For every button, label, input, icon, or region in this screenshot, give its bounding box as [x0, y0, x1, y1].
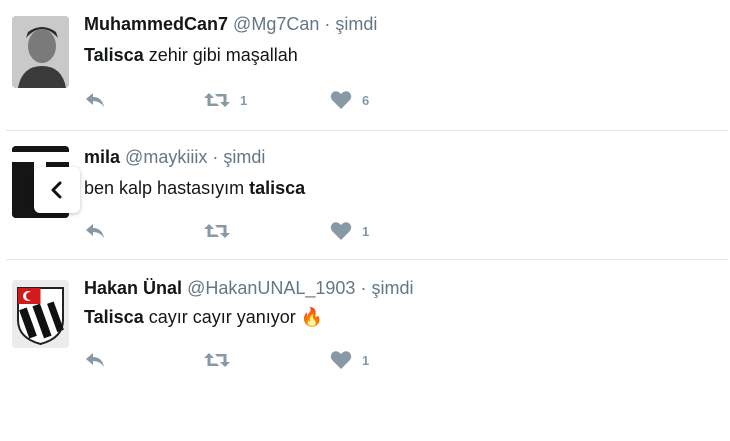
tweet-actions: 1	[84, 219, 404, 243]
like-button[interactable]: 1	[330, 348, 369, 372]
timestamp[interactable]: şimdi	[223, 147, 265, 167]
tweet-feed: MuhammedCan7 @Mg7Can · şimdi Talisca zeh…	[0, 0, 730, 441]
retweet-icon	[204, 224, 230, 238]
user-photo-icon	[12, 16, 69, 88]
retweet-icon	[204, 353, 230, 367]
display-name[interactable]: MuhammedCan7	[84, 14, 228, 34]
tweet-text: Talisca zehir gibi maşallah	[84, 45, 298, 66]
avatar[interactable]	[12, 280, 69, 348]
user-handle[interactable]: @HakanUNAL_1903	[187, 278, 355, 298]
tweet-text: Talisca cayır cayır yanıyor 🔥	[84, 307, 323, 328]
tweet-actions: 1 6	[84, 88, 404, 112]
tweet-text-rest: ben kalp hastasıyım	[84, 178, 250, 198]
display-name[interactable]: mila	[84, 147, 120, 167]
reply-icon	[86, 93, 104, 107]
heart-icon	[330, 91, 352, 109]
separator-dot: ·	[360, 278, 367, 298]
reply-button[interactable]	[84, 348, 106, 372]
hashtag-word: talisca	[249, 178, 306, 198]
retweet-count: 1	[240, 92, 248, 108]
like-button[interactable]: 1	[330, 219, 369, 243]
reply-icon	[86, 353, 104, 367]
heart-icon	[330, 351, 352, 369]
hashtag-word: Talisca	[84, 45, 144, 65]
like-count: 1	[362, 352, 370, 368]
separator-dot: ·	[324, 14, 331, 34]
avatar[interactable]	[12, 16, 69, 88]
user-handle[interactable]: @Mg7Can	[233, 14, 319, 34]
chevron-left-icon	[51, 181, 62, 199]
reply-icon	[86, 224, 104, 238]
like-count: 6	[362, 92, 370, 108]
tweet-text: ben kalp hastasıyım talisca	[84, 178, 305, 199]
heart-icon	[330, 222, 352, 240]
timestamp[interactable]: şimdi	[371, 278, 413, 298]
tweet-text-rest: cayır cayır yanıyor	[143, 307, 301, 327]
retweet-button[interactable]	[204, 348, 240, 372]
timestamp[interactable]: şimdi	[335, 14, 377, 34]
retweet-button[interactable]	[204, 219, 240, 243]
reply-button[interactable]	[84, 219, 106, 243]
display-name[interactable]: Hakan Ünal	[84, 278, 182, 298]
tweet-header: Hakan Ünal @HakanUNAL_1903 · şimdi	[84, 278, 413, 299]
like-button[interactable]: 6	[330, 88, 369, 112]
tweet[interactable]: mila @maykiiix · şimdi ben kalp hastasıy…	[0, 131, 730, 259]
retweet-icon	[204, 93, 230, 107]
user-handle[interactable]: @maykiiix	[125, 147, 207, 167]
reply-button[interactable]	[84, 88, 106, 112]
besiktas-logo-icon	[12, 280, 69, 348]
like-count: 1	[362, 223, 370, 239]
tweet-actions: 1	[84, 348, 404, 372]
tweet[interactable]: Hakan Ünal @HakanUNAL_1903 · şimdi Talis…	[0, 260, 730, 400]
tweet-text-rest: zehir gibi maşallah	[143, 45, 298, 65]
back-button[interactable]	[34, 167, 80, 213]
fire-emoji: 🔥	[300, 307, 324, 327]
tweet-header: mila @maykiiix · şimdi	[84, 147, 265, 168]
tweet[interactable]: MuhammedCan7 @Mg7Can · şimdi Talisca zeh…	[0, 0, 730, 130]
retweet-button[interactable]: 1	[204, 88, 247, 112]
tweet-header: MuhammedCan7 @Mg7Can · şimdi	[84, 14, 377, 35]
separator-dot: ·	[212, 147, 219, 167]
hashtag-word: Talisca	[84, 307, 144, 327]
